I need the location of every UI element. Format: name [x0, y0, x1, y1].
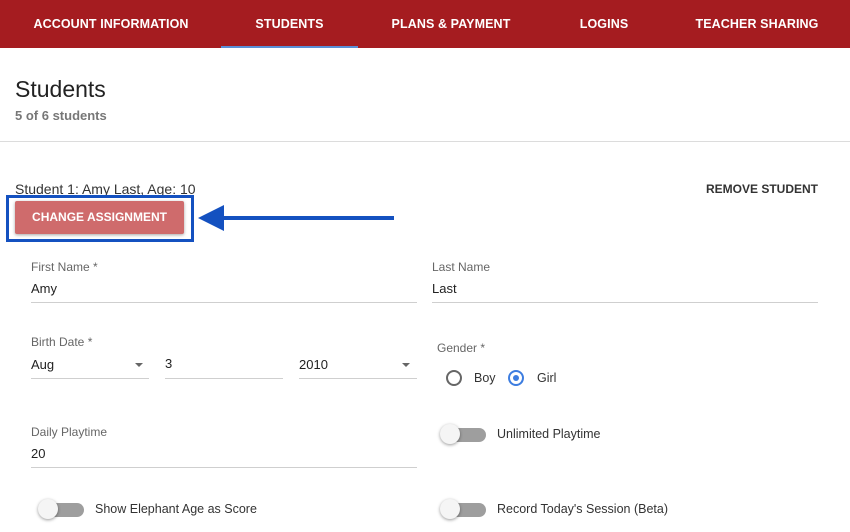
top-nav: ACCOUNT INFORMATION STUDENTS PLANS & PAY…: [0, 0, 850, 48]
birth-day-field[interactable]: 3: [165, 356, 283, 371]
daily-playtime-underline: [31, 467, 417, 468]
tab-label: LOGINS: [579, 17, 629, 31]
active-tab-indicator: [221, 46, 358, 48]
unlimited-playtime-label: Unlimited Playtime: [497, 427, 601, 441]
toggle-thumb: [38, 499, 58, 519]
tab-logins[interactable]: LOGINS: [560, 0, 648, 48]
chevron-down-icon: [135, 363, 143, 367]
record-session-label: Record Today's Session (Beta): [497, 502, 668, 516]
unlimited-playtime-toggle[interactable]: [440, 423, 486, 445]
gender-label: Gender *: [437, 341, 486, 355]
daily-playtime-label: Daily Playtime: [31, 425, 108, 439]
gender-boy-label: Boy: [474, 371, 496, 385]
tab-label: PLANS & PAYMENT: [391, 17, 511, 31]
tab-label: TEACHER SHARING: [695, 17, 819, 31]
first-name-label: First Name *: [31, 260, 98, 274]
birth-month-select[interactable]: Aug: [31, 357, 149, 372]
first-name-underline: [31, 302, 417, 303]
divider: [0, 141, 850, 142]
elephant-age-toggle[interactable]: [38, 498, 84, 520]
birth-year-underline: [299, 378, 417, 379]
tab-label: ACCOUNT INFORMATION: [33, 17, 189, 31]
page-title: Students: [15, 76, 106, 102]
toggle-thumb: [440, 499, 460, 519]
tab-label: STUDENTS: [255, 17, 324, 31]
birth-month-underline: [31, 378, 149, 379]
gender-girl-label: Girl: [537, 371, 557, 385]
gender-girl-radio[interactable]: [508, 370, 524, 386]
last-name-label: Last Name: [432, 260, 491, 274]
birth-year-select[interactable]: 2010: [299, 357, 417, 372]
tab-teacher-sharing[interactable]: TEACHER SHARING: [690, 0, 824, 48]
toggle-thumb: [440, 424, 460, 444]
last-name-underline: [432, 302, 818, 303]
arrow-left-icon: [198, 205, 394, 231]
birth-day-underline: [165, 378, 283, 379]
last-name-field[interactable]: Last: [432, 281, 818, 296]
student-count: 5 of 6 students: [15, 108, 107, 123]
first-name-field[interactable]: Amy: [31, 281, 417, 296]
tab-account-information[interactable]: ACCOUNT INFORMATION: [22, 0, 200, 48]
daily-playtime-field[interactable]: 20: [31, 446, 417, 461]
tab-plans-payment[interactable]: PLANS & PAYMENT: [381, 0, 521, 48]
record-session-toggle[interactable]: [440, 498, 486, 520]
chevron-down-icon: [402, 363, 410, 367]
birth-date-label: Birth Date *: [31, 335, 93, 349]
tab-students[interactable]: STUDENTS: [221, 0, 358, 48]
elephant-age-label: Show Elephant Age as Score: [95, 502, 257, 516]
remove-student-button[interactable]: REMOVE STUDENT: [706, 182, 818, 196]
gender-boy-radio[interactable]: [446, 370, 462, 386]
change-assignment-button[interactable]: CHANGE ASSIGNMENT: [15, 201, 184, 234]
